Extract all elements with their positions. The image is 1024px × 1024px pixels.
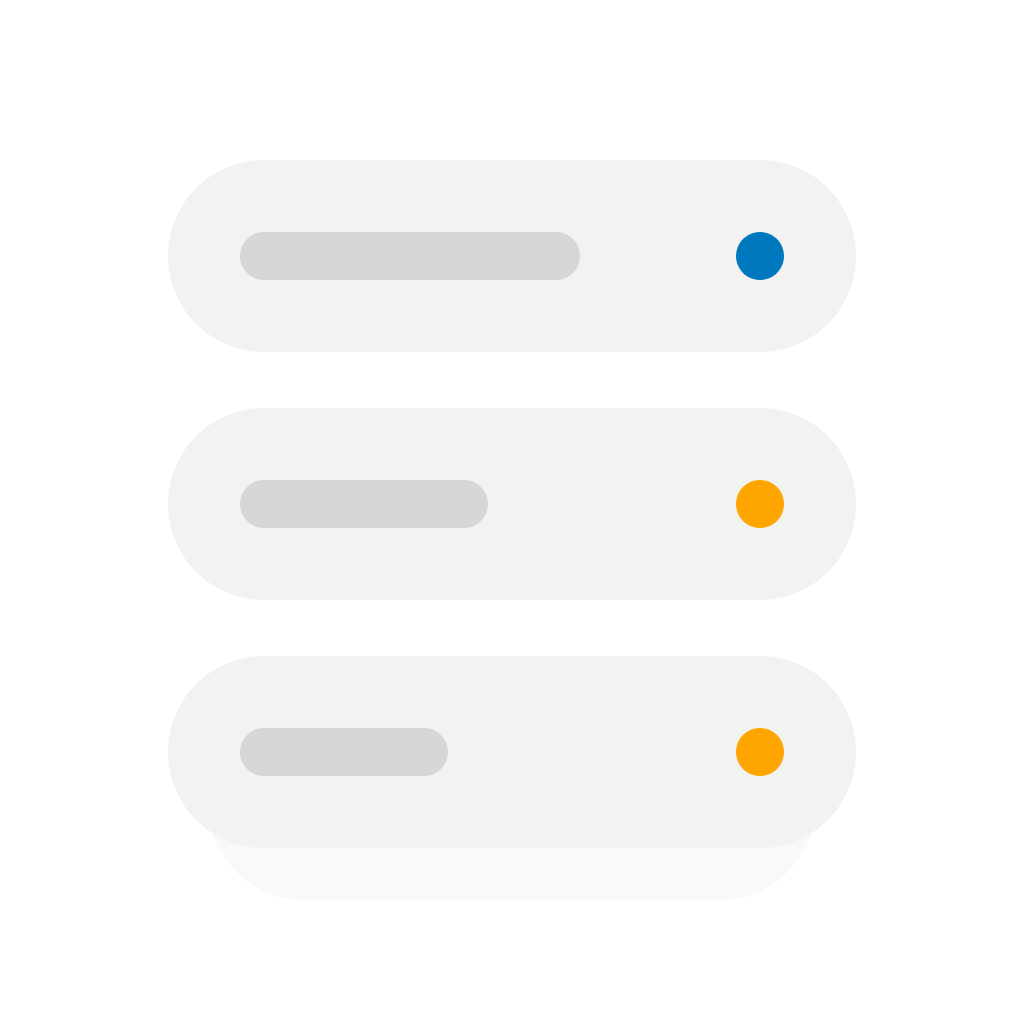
drive-slot-bar — [240, 480, 488, 528]
status-led-icon — [736, 480, 784, 528]
drive-slot-bar — [240, 232, 580, 280]
server-unit — [168, 408, 856, 600]
status-led-icon — [736, 728, 784, 776]
status-led-icon — [736, 232, 784, 280]
server-stack-icon — [0, 0, 1024, 1024]
server-unit — [168, 656, 856, 848]
server-unit — [168, 160, 856, 352]
drive-slot-bar — [240, 728, 448, 776]
